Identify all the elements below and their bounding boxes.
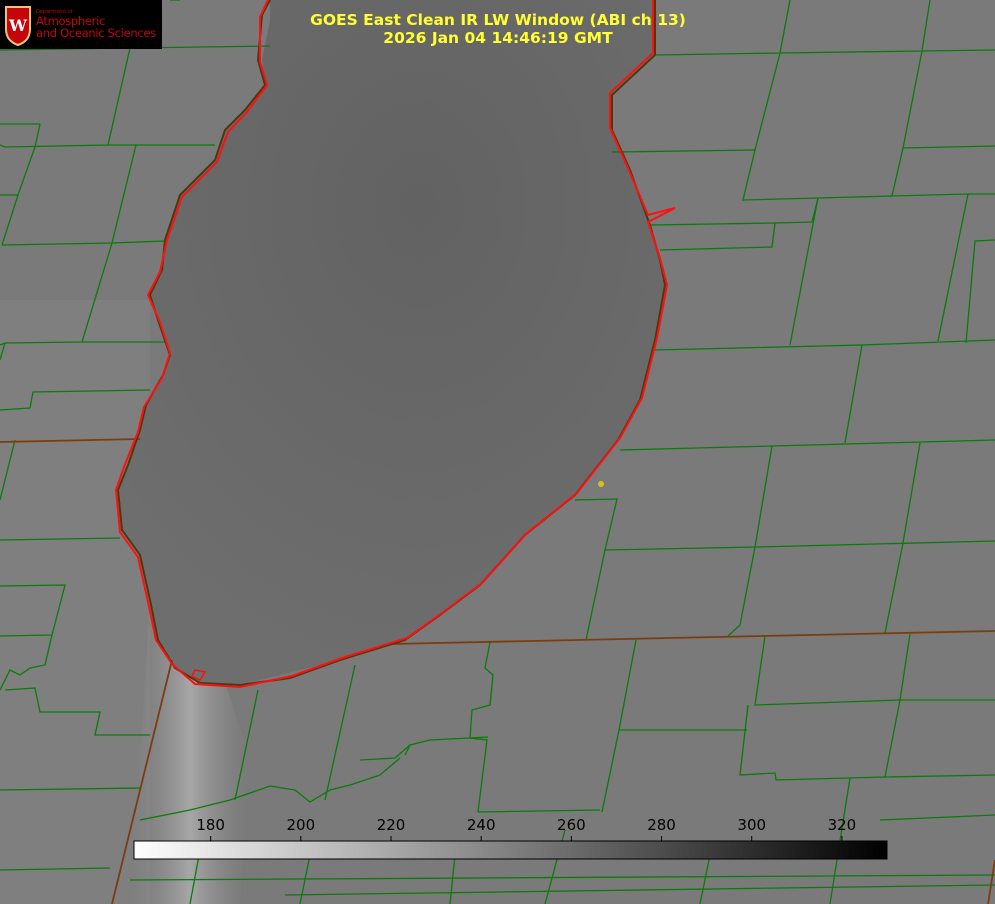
colorbar-tick-label: 220 [377,816,406,834]
svg-text:W: W [8,16,28,35]
colorbar-gradient [133,840,888,860]
colorbar-tick-label: 320 [828,816,857,834]
image-title: GOES East Clean IR LW Window (ABI ch 13) [310,11,686,29]
colorbar-tick-label: 240 [467,816,496,834]
colorbar-tick-label: 180 [196,816,225,834]
logo-line-2: and Oceanic Sciences [36,26,156,41]
colorbar-tick-label: 200 [287,816,316,834]
uw-aos-logo: W Department of Atmospheric and Oceanic … [0,0,162,49]
colorbar-tick-label: 300 [737,816,766,834]
satellite-map: 180 200 220 240 260 280 300 320 [0,0,995,904]
colorbar-tick-label: 280 [647,816,676,834]
station-marker [598,481,604,487]
uw-crest-icon: W [5,5,31,46]
image-timestamp: 2026 Jan 04 14:46:19 GMT [383,29,613,47]
colorbar-tick-label: 260 [557,816,586,834]
